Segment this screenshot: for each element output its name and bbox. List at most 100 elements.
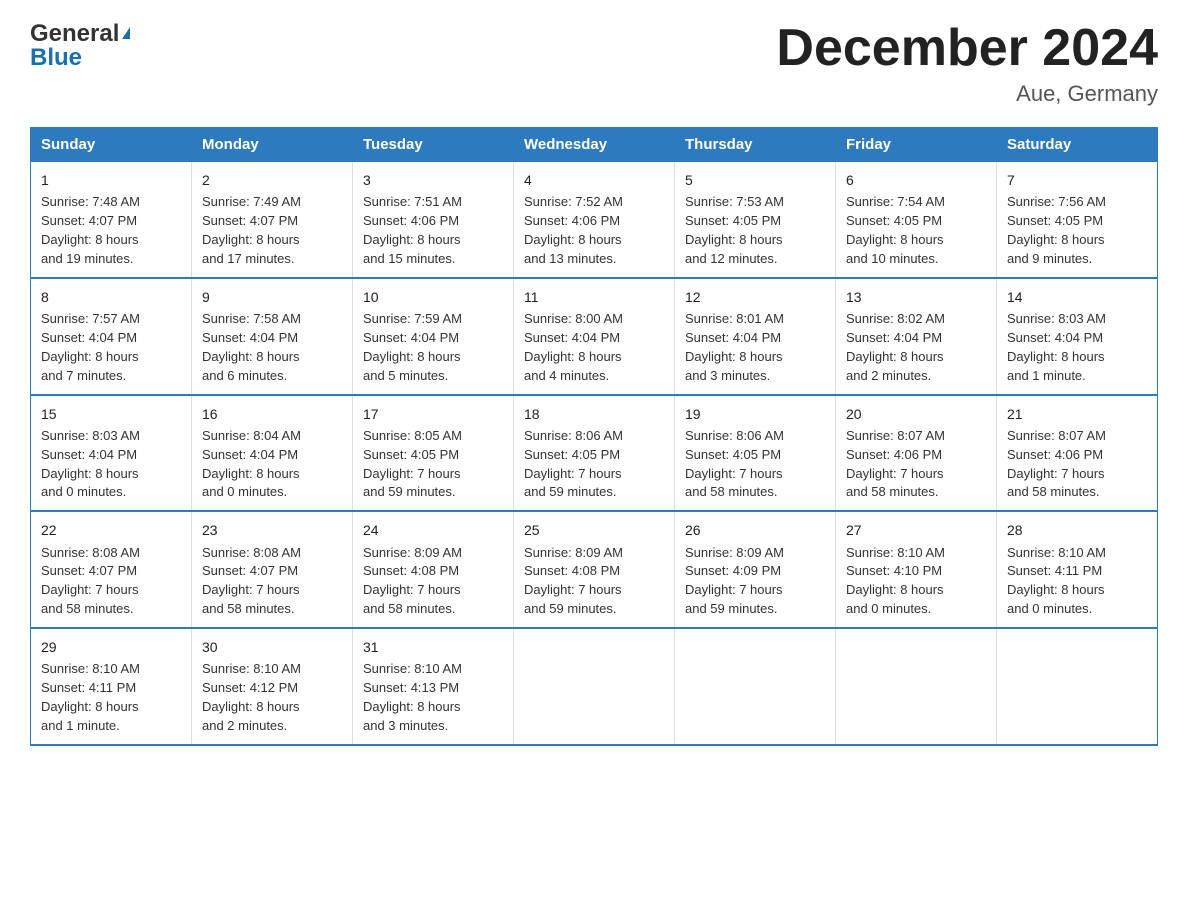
day-info-line: Daylight: 8 hours [846,581,986,600]
day-info-line: Daylight: 7 hours [41,581,181,600]
day-info-line: Sunset: 4:04 PM [202,446,342,465]
day-info-line: and 2 minutes. [202,717,342,736]
day-number: 1 [41,170,181,190]
day-info-line: and 7 minutes. [41,367,181,386]
day-number: 10 [363,287,503,307]
day-info-line: Sunrise: 8:10 AM [202,660,342,679]
day-info-line: Sunrise: 8:06 AM [685,427,825,446]
day-number: 28 [1007,520,1147,540]
day-info-line: Daylight: 8 hours [363,698,503,717]
calendar-cell: 14Sunrise: 8:03 AMSunset: 4:04 PMDayligh… [997,278,1158,395]
day-number: 8 [41,287,181,307]
day-info-line: Sunset: 4:05 PM [685,446,825,465]
day-number: 25 [524,520,664,540]
day-info-line: and 58 minutes. [41,600,181,619]
day-info-line: Sunrise: 8:10 AM [41,660,181,679]
weekday-header-friday: Friday [836,128,997,162]
title-area: December 2024 Aue, Germany [776,20,1158,107]
day-number: 31 [363,637,503,657]
day-info-line: Sunset: 4:04 PM [846,329,986,348]
day-info-line: Daylight: 7 hours [524,465,664,484]
day-info-line: Sunset: 4:10 PM [846,562,986,581]
weekday-header-tuesday: Tuesday [353,128,514,162]
day-info-line: Daylight: 8 hours [202,348,342,367]
day-info-line: Sunrise: 8:05 AM [363,427,503,446]
day-info-line: Sunrise: 7:54 AM [846,193,986,212]
day-info-line: Sunset: 4:11 PM [1007,562,1147,581]
day-info-line: Sunrise: 8:07 AM [846,427,986,446]
day-number: 3 [363,170,503,190]
day-info-line: Sunrise: 7:51 AM [363,193,503,212]
day-info-line: Sunrise: 8:08 AM [41,544,181,563]
day-info-line: and 0 minutes. [41,483,181,502]
day-info-line: Sunset: 4:04 PM [685,329,825,348]
calendar-cell: 15Sunrise: 8:03 AMSunset: 4:04 PMDayligh… [31,395,192,512]
calendar-cell: 10Sunrise: 7:59 AMSunset: 4:04 PMDayligh… [353,278,514,395]
day-info-line: Sunrise: 8:02 AM [846,310,986,329]
calendar-cell [514,628,675,745]
day-info-line: Daylight: 7 hours [685,581,825,600]
day-number: 24 [363,520,503,540]
day-number: 7 [1007,170,1147,190]
day-info-line: Sunset: 4:06 PM [524,212,664,231]
day-info-line: Daylight: 8 hours [1007,348,1147,367]
day-info-line: Sunset: 4:04 PM [41,329,181,348]
day-number: 9 [202,287,342,307]
day-info-line: Sunrise: 8:03 AM [1007,310,1147,329]
day-info-line: Daylight: 8 hours [202,231,342,250]
day-number: 12 [685,287,825,307]
day-info-line: and 59 minutes. [524,600,664,619]
day-info-line: Sunset: 4:04 PM [1007,329,1147,348]
calendar-cell: 7Sunrise: 7:56 AMSunset: 4:05 PMDaylight… [997,162,1158,278]
day-info-line: and 0 minutes. [1007,600,1147,619]
day-info-line: and 58 minutes. [202,600,342,619]
day-info-line: Sunrise: 8:09 AM [524,544,664,563]
day-info-line: and 0 minutes. [202,483,342,502]
day-info-line: Sunrise: 7:52 AM [524,193,664,212]
day-info-line: Daylight: 8 hours [1007,231,1147,250]
day-info-line: Sunset: 4:08 PM [524,562,664,581]
weekday-header-sunday: Sunday [31,128,192,162]
page-header: General Blue December 2024 Aue, Germany [30,20,1158,107]
day-info-line: Sunset: 4:05 PM [685,212,825,231]
day-number: 21 [1007,404,1147,424]
calendar-cell: 16Sunrise: 8:04 AMSunset: 4:04 PMDayligh… [192,395,353,512]
calendar-cell: 26Sunrise: 8:09 AMSunset: 4:09 PMDayligh… [675,511,836,628]
day-info-line: Sunset: 4:04 PM [202,329,342,348]
calendar-cell: 28Sunrise: 8:10 AMSunset: 4:11 PMDayligh… [997,511,1158,628]
calendar-cell [675,628,836,745]
day-info-line: and 17 minutes. [202,250,342,269]
weekday-header-wednesday: Wednesday [514,128,675,162]
day-info-line: and 9 minutes. [1007,250,1147,269]
day-number: 23 [202,520,342,540]
day-info-line: Sunset: 4:07 PM [41,212,181,231]
day-info-line: and 19 minutes. [41,250,181,269]
day-number: 13 [846,287,986,307]
day-info-line: Sunset: 4:09 PM [685,562,825,581]
day-info-line: Sunset: 4:12 PM [202,679,342,698]
day-info-line: and 59 minutes. [363,483,503,502]
day-info-line: Daylight: 8 hours [41,231,181,250]
calendar-cell: 11Sunrise: 8:00 AMSunset: 4:04 PMDayligh… [514,278,675,395]
day-info-line: Sunset: 4:05 PM [363,446,503,465]
day-info-line: Sunrise: 8:04 AM [202,427,342,446]
day-info-line: Sunset: 4:06 PM [846,446,986,465]
day-number: 17 [363,404,503,424]
day-info-line: Daylight: 7 hours [685,465,825,484]
day-info-line: and 2 minutes. [846,367,986,386]
calendar-week-row: 22Sunrise: 8:08 AMSunset: 4:07 PMDayligh… [31,511,1158,628]
day-info-line: Daylight: 8 hours [202,698,342,717]
day-info-line: and 0 minutes. [846,600,986,619]
day-number: 29 [41,637,181,657]
calendar-cell: 18Sunrise: 8:06 AMSunset: 4:05 PMDayligh… [514,395,675,512]
day-info-line: Sunrise: 8:10 AM [846,544,986,563]
day-info-line: Sunrise: 7:57 AM [41,310,181,329]
day-info-line: Daylight: 8 hours [846,348,986,367]
day-info-line: Daylight: 8 hours [1007,581,1147,600]
calendar-cell: 19Sunrise: 8:06 AMSunset: 4:05 PMDayligh… [675,395,836,512]
day-info-line: Daylight: 8 hours [846,231,986,250]
day-number: 6 [846,170,986,190]
day-info-line: and 3 minutes. [685,367,825,386]
calendar-cell: 25Sunrise: 8:09 AMSunset: 4:08 PMDayligh… [514,511,675,628]
day-info-line: Daylight: 8 hours [685,231,825,250]
